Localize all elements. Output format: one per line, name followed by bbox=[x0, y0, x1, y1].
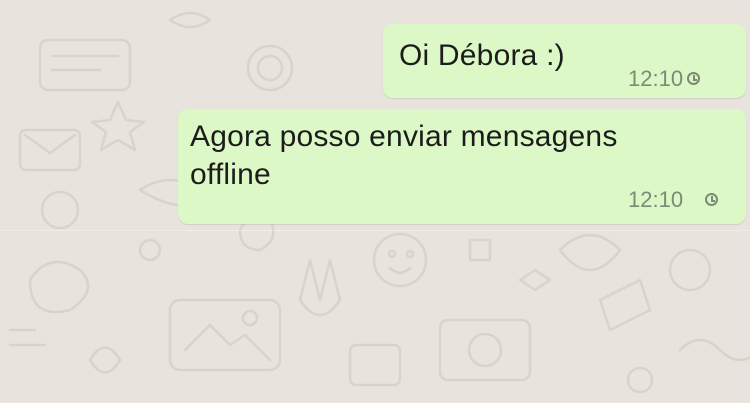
message-timestamp: 12:10 bbox=[628, 66, 684, 91]
clock-pending-icon bbox=[705, 193, 718, 206]
clock-pending-icon bbox=[687, 72, 700, 85]
outgoing-message-bubble[interactable]: Agora posso enviar mensagens offline 12:… bbox=[178, 109, 746, 224]
outgoing-message-bubble[interactable]: Oi Débora :) 12:10 bbox=[383, 24, 746, 98]
message-timestamp: 12:10 bbox=[628, 187, 684, 212]
chat-area[interactable]: Oi Débora :) 12:10 Agora posso enviar me… bbox=[0, 0, 750, 403]
message-text: Oi Débora :) bbox=[399, 39, 565, 72]
divider-line bbox=[0, 230, 750, 231]
message-text: Agora posso enviar mensagens offline bbox=[190, 120, 618, 191]
